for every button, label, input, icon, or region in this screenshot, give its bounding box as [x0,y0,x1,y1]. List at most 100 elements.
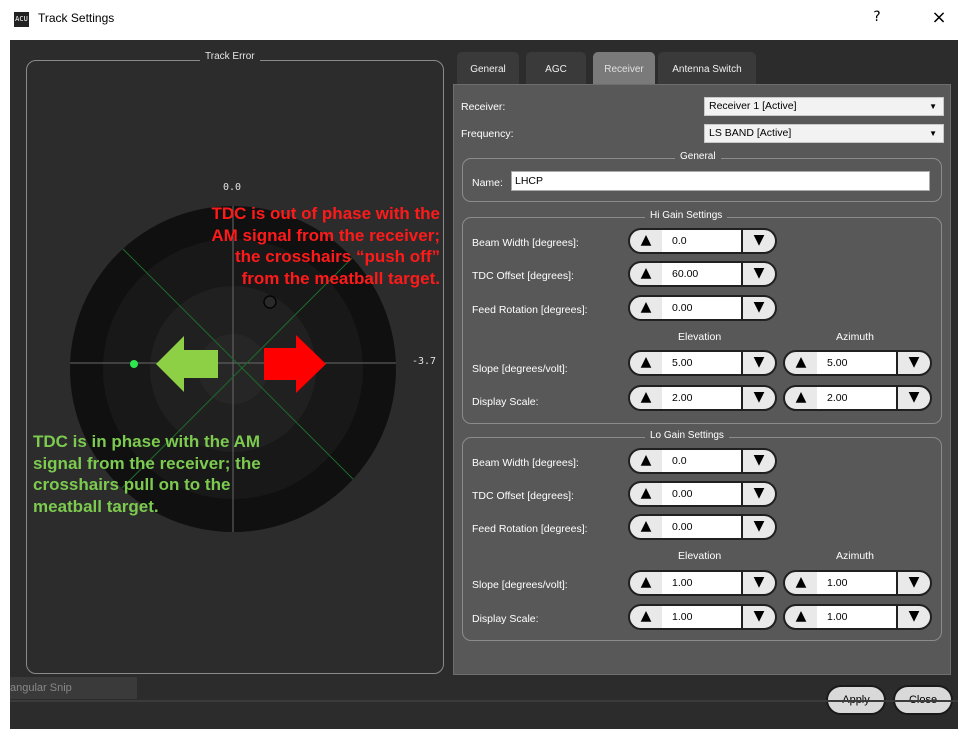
frequency-select[interactable]: LS BAND [Active] ▼ [704,124,944,143]
hi-gain-title: Hi Gain Settings [645,210,728,221]
up-arrow-icon: ▲ [795,608,807,624]
increment-button[interactable]: ▲ [783,385,819,411]
general-group-title: General [675,151,721,162]
decrement-button[interactable]: ▼ [896,604,932,630]
down-arrow-icon: ▼ [753,232,765,248]
tab-general[interactable]: General [457,52,519,84]
lo-display-scale-elevation-stepper[interactable]: ▲ 1.00 ▼ [628,604,777,630]
increment-button[interactable]: ▲ [783,570,819,596]
hi-tdc-offset-stepper[interactable]: ▲ 60.00 ▼ [628,261,777,287]
annotation-line: signal from the receiver; the [33,453,261,473]
hi-azimuth-header: Azimuth [836,331,874,343]
decrement-button[interactable]: ▼ [896,570,932,596]
receiver-select[interactable]: Receiver 1 [Active] ▼ [704,97,944,116]
hi-beam-width-stepper[interactable]: ▲ 0.0 ▼ [628,228,777,254]
name-label: Name: [472,177,503,189]
decrement-button[interactable]: ▼ [741,350,777,376]
decrement-button[interactable]: ▼ [741,481,777,507]
up-arrow-icon: ▲ [640,574,652,590]
lo-display-scale-label: Display Scale: [472,613,539,625]
name-input[interactable]: LHCP [511,171,930,191]
up-arrow-icon: ▲ [795,574,807,590]
hi-tdc-offset-value[interactable]: 60.00 [662,261,743,287]
lo-beam-width-value[interactable]: 0.0 [662,448,743,474]
up-arrow-icon: ▲ [640,518,652,534]
increment-button[interactable]: ▲ [783,604,819,630]
lo-slope-azimuth-value[interactable]: 1.00 [817,570,898,596]
increment-button[interactable]: ▲ [783,350,819,376]
hi-display-scale-elevation-stepper[interactable]: ▲ 2.00 ▼ [628,385,777,411]
annotation-line: meatball target. [33,496,159,516]
increment-button[interactable]: ▲ [628,481,664,507]
down-arrow-icon: ▼ [908,354,920,370]
hi-beam-width-value[interactable]: 0.0 [662,228,743,254]
hi-feed-rotation-stepper[interactable]: ▲ 0.00 ▼ [628,295,777,321]
lo-slope-elevation-value[interactable]: 1.00 [662,570,743,596]
help-button[interactable]: ? [870,9,884,25]
app-icon: ACU [14,12,29,27]
decrement-button[interactable]: ▼ [741,261,777,287]
decrement-button[interactable]: ▼ [896,385,932,411]
lo-beam-width-stepper[interactable]: ▲ 0.0 ▼ [628,448,777,474]
decrement-button[interactable]: ▼ [741,228,777,254]
increment-button[interactable]: ▲ [628,350,664,376]
up-arrow-icon: ▲ [640,265,652,281]
hi-slope-azimuth-stepper[interactable]: ▲ 5.00 ▼ [783,350,932,376]
lo-display-scale-azimuth-stepper[interactable]: ▲ 1.00 ▼ [783,604,932,630]
increment-button[interactable]: ▲ [628,385,664,411]
track-error-title: Track Error [200,51,260,62]
hi-display-scale-elevation-value[interactable]: 2.00 [662,385,743,411]
lo-display-scale-azimuth-value[interactable]: 1.00 [817,604,898,630]
tab-antenna-switch[interactable]: Antenna Switch [658,52,756,84]
tab-receiver[interactable]: Receiver [593,52,655,84]
lo-feed-rotation-stepper[interactable]: ▲ 0.00 ▼ [628,514,777,540]
decrement-button[interactable]: ▼ [741,385,777,411]
hi-tdc-offset-label: TDC Offset [degrees]: [472,270,574,282]
down-arrow-icon: ▼ [908,389,920,405]
decrement-button[interactable]: ▼ [741,514,777,540]
lo-feed-rotation-value[interactable]: 0.00 [662,514,743,540]
lo-tdc-offset-value[interactable]: 0.00 [662,481,743,507]
out-of-phase-annotation: TDC is out of phase with the AM signal f… [120,203,440,289]
increment-button[interactable]: ▲ [628,261,664,287]
window-title: Track Settings [38,11,115,25]
decrement-button[interactable]: ▼ [741,295,777,321]
lo-tdc-offset-stepper[interactable]: ▲ 0.00 ▼ [628,481,777,507]
increment-button[interactable]: ▲ [628,570,664,596]
down-arrow-icon: ▼ [753,299,765,315]
track-settings-window: ACU Track Settings ? × Track Error 0.0 -… [0,0,958,729]
lo-slope-azimuth-stepper[interactable]: ▲ 1.00 ▼ [783,570,932,596]
dialog-bottom-edge [10,700,958,702]
hi-display-scale-azimuth-value[interactable]: 2.00 [817,385,898,411]
hi-feed-rotation-value[interactable]: 0.00 [662,295,743,321]
decrement-button[interactable]: ▼ [741,604,777,630]
increment-button[interactable]: ▲ [628,295,664,321]
down-arrow-icon: ▼ [908,574,920,590]
down-arrow-icon: ▼ [753,452,765,468]
up-arrow-icon: ▲ [640,452,652,468]
lo-display-scale-elevation-value[interactable]: 1.00 [662,604,743,630]
green-arrow-left [156,336,218,392]
decrement-button[interactable]: ▼ [741,570,777,596]
lo-beam-width-label: Beam Width [degrees]: [472,457,579,469]
green-indicator-dot [130,360,138,368]
close-window-button[interactable]: × [930,7,948,28]
increment-button[interactable]: ▲ [628,228,664,254]
lo-slope-elevation-stepper[interactable]: ▲ 1.00 ▼ [628,570,777,596]
hi-display-scale-azimuth-stepper[interactable]: ▲ 2.00 ▼ [783,385,932,411]
hi-elevation-header: Elevation [678,331,722,343]
chevron-down-icon: ▼ [929,102,937,111]
red-arrow-right [264,335,326,393]
decrement-button[interactable]: ▼ [741,448,777,474]
hi-slope-elevation-value[interactable]: 5.00 [662,350,743,376]
increment-button[interactable]: ▲ [628,604,664,630]
increment-button[interactable]: ▲ [628,448,664,474]
lo-slope-label: Slope [degrees/volt]: [472,579,568,591]
decrement-button[interactable]: ▼ [896,350,932,376]
hi-slope-azimuth-value[interactable]: 5.00 [817,350,898,376]
tab-agc[interactable]: AGC [526,52,586,84]
hi-beam-width-label: Beam Width [degrees]: [472,237,579,249]
hi-slope-elevation-stepper[interactable]: ▲ 5.00 ▼ [628,350,777,376]
chevron-down-icon: ▼ [929,129,937,138]
increment-button[interactable]: ▲ [628,514,664,540]
